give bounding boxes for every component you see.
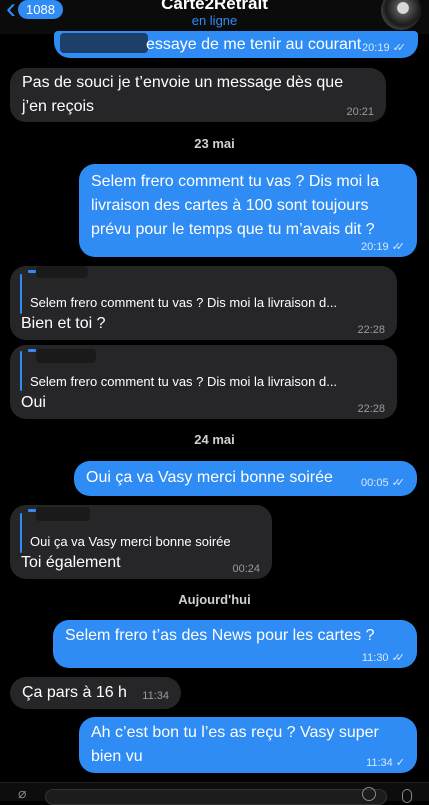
- message-time: 22:28: [357, 403, 385, 415]
- reply-author-stub: [28, 349, 36, 352]
- reply-quote-bar: [20, 513, 22, 553]
- message-meta: 11:30 ✓✓: [362, 652, 405, 664]
- message-time: 11:30: [361, 652, 389, 664]
- message-meta: 22:28: [357, 403, 385, 415]
- message-text: Selem frero t’as des News pour les carte…: [65, 627, 375, 644]
- composer-bar: ⌀: [0, 782, 429, 805]
- reply-quote-bar: [20, 351, 22, 391]
- message-text: Pas de souci je t’envoie un message dès …: [22, 74, 344, 115]
- redacted-name: [36, 349, 96, 363]
- chat-header: ‹ 1088 Carte2Retrait en ligne: [0, 0, 429, 34]
- message-outgoing[interactable]: essaye de me tenir au courant 20:19 ✓✓: [54, 31, 418, 58]
- message-text: Bien et toi ?: [21, 315, 106, 332]
- message-text: Ça pars à 16 h: [22, 684, 127, 701]
- redacted-name: [36, 266, 88, 278]
- message-incoming-reply[interactable]: Oui ça va Vasy merci bonne soirée Toi ég…: [10, 505, 272, 579]
- message-time: 00:24: [232, 563, 260, 575]
- date-separator: 24 mai: [194, 432, 235, 447]
- message-time: 00:05: [361, 477, 389, 489]
- message-incoming-reply[interactable]: Selem frero comment tu vas ? Dis moi la …: [10, 266, 397, 340]
- message-text: Selem frero comment tu vas ? Dis moi la …: [91, 173, 380, 238]
- message-text: Oui: [21, 394, 46, 411]
- message-time: 11:34: [142, 690, 169, 702]
- message-meta: 20:19 ✓✓: [361, 241, 405, 253]
- chat-status: en ligne: [191, 13, 238, 28]
- message-incoming-reply[interactable]: Selem frero comment tu vas ? Dis moi la …: [10, 345, 397, 419]
- message-time: 22:28: [357, 324, 385, 336]
- message-meta: 00:05 ✓✓: [361, 477, 405, 489]
- reply-author-stub: [28, 270, 36, 273]
- message-time: 20:19: [362, 42, 390, 54]
- message-meta: 20:19 ✓✓: [362, 42, 406, 54]
- message-incoming[interactable]: Pas de souci je t’envoie un message dès …: [10, 68, 386, 122]
- single-check-icon: ✓: [395, 757, 405, 769]
- double-check-icon: ✓✓: [391, 652, 406, 664]
- message-outgoing[interactable]: Ah c’est bon tu l’es as reçu ? Vasy supe…: [79, 717, 417, 773]
- redacted-text: [60, 33, 148, 53]
- date-separator: Aujourd'hui: [178, 592, 251, 607]
- message-outgoing[interactable]: Selem frero t’as des News pour les carte…: [53, 620, 417, 668]
- microphone-icon[interactable]: [402, 789, 412, 803]
- double-check-icon: ✓✓: [391, 241, 406, 253]
- message-meta: 22:28: [357, 324, 385, 336]
- reply-quote-text: Selem frero comment tu vas ? Dis moi la …: [30, 374, 338, 389]
- sticker-icon[interactable]: [362, 787, 376, 801]
- date-separator: 23 mai: [194, 136, 235, 151]
- chat-title[interactable]: Carte2Retrait: [0, 0, 429, 14]
- message-text: essaye de me tenir au courant: [146, 36, 362, 53]
- message-meta: 00:24: [232, 563, 260, 575]
- message-meta: 20:21: [346, 106, 374, 118]
- message-input[interactable]: [45, 789, 387, 805]
- message-text: Oui ça va Vasy merci bonne soirée: [86, 469, 333, 486]
- reply-author-stub: [28, 509, 36, 512]
- message-incoming[interactable]: Ça pars à 16 h 11:34: [10, 677, 181, 709]
- message-outgoing[interactable]: Selem frero comment tu vas ? Dis moi la …: [79, 164, 417, 257]
- message-text: Toi également: [21, 554, 121, 571]
- redacted-name: [36, 507, 90, 521]
- message-outgoing[interactable]: Oui ça va Vasy merci bonne soirée 00:05 …: [74, 461, 417, 496]
- message-text: Ah c’est bon tu l’es as reçu ? Vasy supe…: [91, 724, 379, 765]
- reply-quote-bar: [20, 274, 22, 314]
- message-meta: 11:34: [142, 690, 169, 702]
- message-time: 20:21: [346, 106, 374, 118]
- message-time: 20:19: [361, 241, 389, 253]
- message-time: 11:34: [366, 757, 393, 769]
- paperclip-icon[interactable]: ⌀: [18, 785, 26, 802]
- message-meta: 11:34 ✓: [366, 757, 405, 769]
- double-check-icon: ✓✓: [391, 477, 406, 489]
- double-check-icon: ✓✓: [392, 42, 407, 54]
